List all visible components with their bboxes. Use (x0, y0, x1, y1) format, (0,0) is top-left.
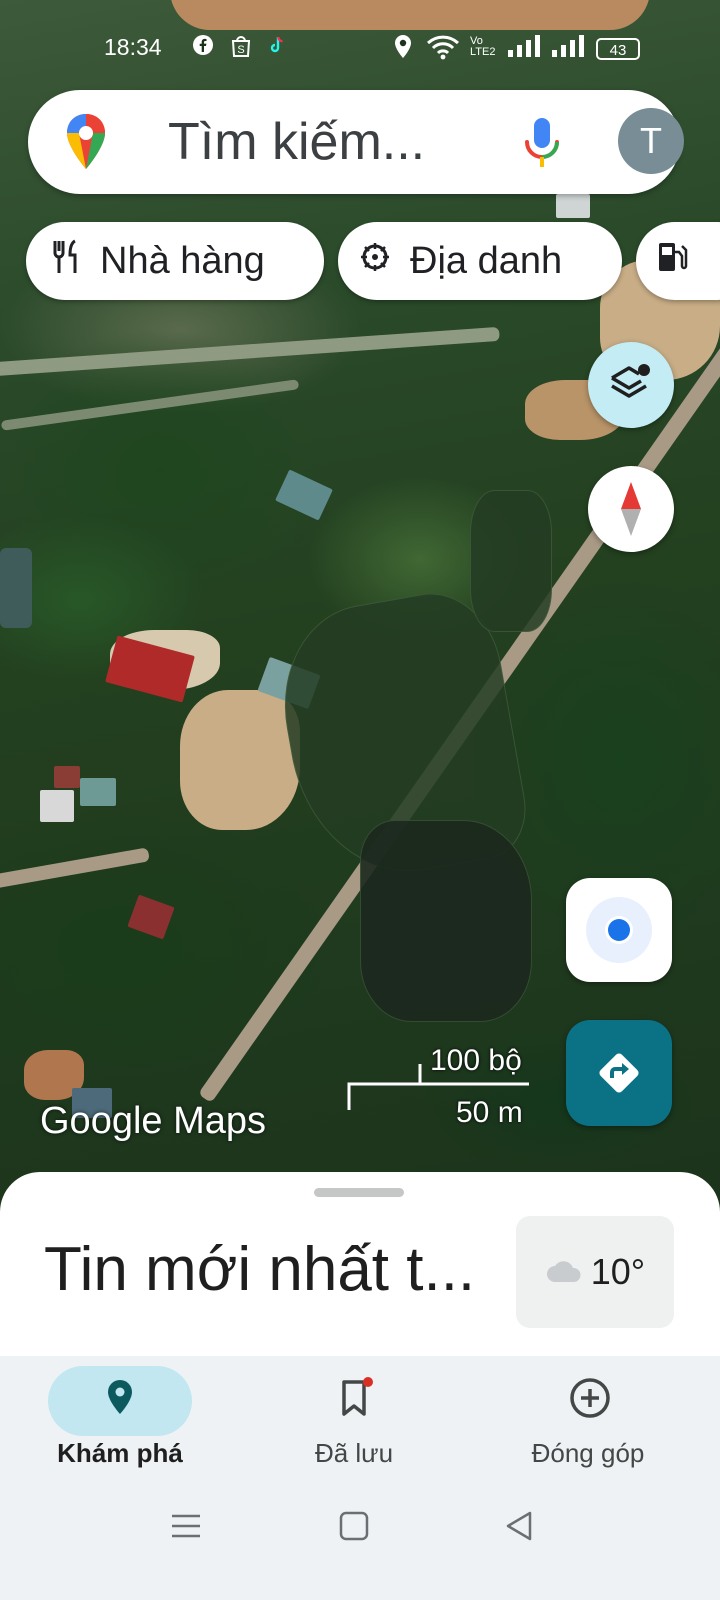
map-stream (0, 379, 300, 431)
map-building (556, 194, 590, 218)
google-maps-pin-icon (64, 112, 108, 172)
my-location-button[interactable] (566, 878, 672, 982)
tab-contribute[interactable]: Đóng góp (468, 1356, 708, 1486)
battery-indicator: 43 (596, 38, 640, 60)
status-time: 18:34 (104, 34, 162, 60)
tab-label: Đã lưu (314, 1438, 394, 1468)
chip-gas[interactable] (636, 222, 720, 300)
map-field (360, 820, 532, 1022)
search-bar[interactable]: Tìm kiếm... T (28, 90, 684, 194)
avatar[interactable]: T (618, 108, 684, 174)
map-pond (0, 548, 32, 628)
layers-icon (608, 362, 654, 413)
tab-label: Đóng góp (531, 1438, 645, 1468)
wifi-icon (426, 34, 460, 66)
signal-icon (550, 34, 588, 64)
map-building (275, 469, 333, 521)
search-input[interactable]: Tìm kiếm... (168, 112, 425, 172)
status-bar: 18:34 S Vo LTE2 43 (0, 30, 720, 66)
compass-button[interactable] (588, 466, 674, 552)
fork-knife-icon (50, 239, 82, 283)
explore-pin-icon (108, 1380, 132, 1414)
tiktok-icon (266, 34, 288, 62)
chip-label: Địa danh (410, 239, 563, 282)
chip-restaurants[interactable]: Nhà hàng (26, 222, 324, 300)
add-circle-icon (570, 1378, 610, 1418)
location-status-icon (392, 34, 414, 66)
back-icon[interactable] (500, 1506, 540, 1546)
map-building (40, 790, 74, 822)
chip-landmarks[interactable]: Địa danh (338, 222, 622, 300)
bottom-nav: Khám phá Đã lưu Đóng góp (0, 1356, 720, 1600)
cloud-icon (545, 1251, 583, 1293)
bottom-sheet[interactable]: Tin mới nhất t... 10° (0, 1172, 720, 1372)
compass-icon (617, 480, 645, 543)
map-building (127, 894, 175, 940)
gas-station-icon (656, 240, 688, 282)
map-road (0, 847, 150, 891)
sheet-title: Tin mới nhất t... (44, 1235, 476, 1304)
home-icon[interactable] (334, 1506, 374, 1546)
recent-apps-icon[interactable] (166, 1506, 206, 1546)
facebook-icon (192, 34, 214, 62)
microphone-icon[interactable] (522, 116, 562, 172)
weather-widget[interactable]: 10° (516, 1216, 674, 1328)
my-location-icon (584, 895, 654, 970)
map-clearing (180, 690, 300, 830)
landmark-icon (358, 240, 392, 282)
google-maps-logo: Google Maps (40, 1100, 267, 1142)
map-stream (0, 326, 500, 378)
volte-label: Vo LTE2 (470, 35, 496, 58)
map-building (54, 766, 80, 788)
bookmark-icon (342, 1377, 373, 1416)
tab-explore[interactable]: Khám phá (0, 1356, 240, 1486)
layers-button[interactable] (588, 342, 674, 428)
shopping-bag-icon: S (230, 34, 252, 64)
directions-icon (594, 1048, 644, 1103)
weather-temp: 10° (590, 1251, 646, 1292)
svg-text:S: S (237, 44, 244, 56)
drag-handle[interactable] (314, 1188, 404, 1197)
map-terrain (170, 0, 650, 30)
directions-button[interactable] (566, 1020, 672, 1126)
signal-icon (506, 34, 544, 64)
chip-label: Nhà hàng (100, 239, 265, 282)
scale-bar (347, 1064, 529, 1110)
map-field (470, 490, 552, 632)
tab-label: Khám phá (57, 1438, 183, 1468)
map-building (80, 778, 116, 806)
tab-saved[interactable]: Đã lưu (234, 1356, 474, 1486)
